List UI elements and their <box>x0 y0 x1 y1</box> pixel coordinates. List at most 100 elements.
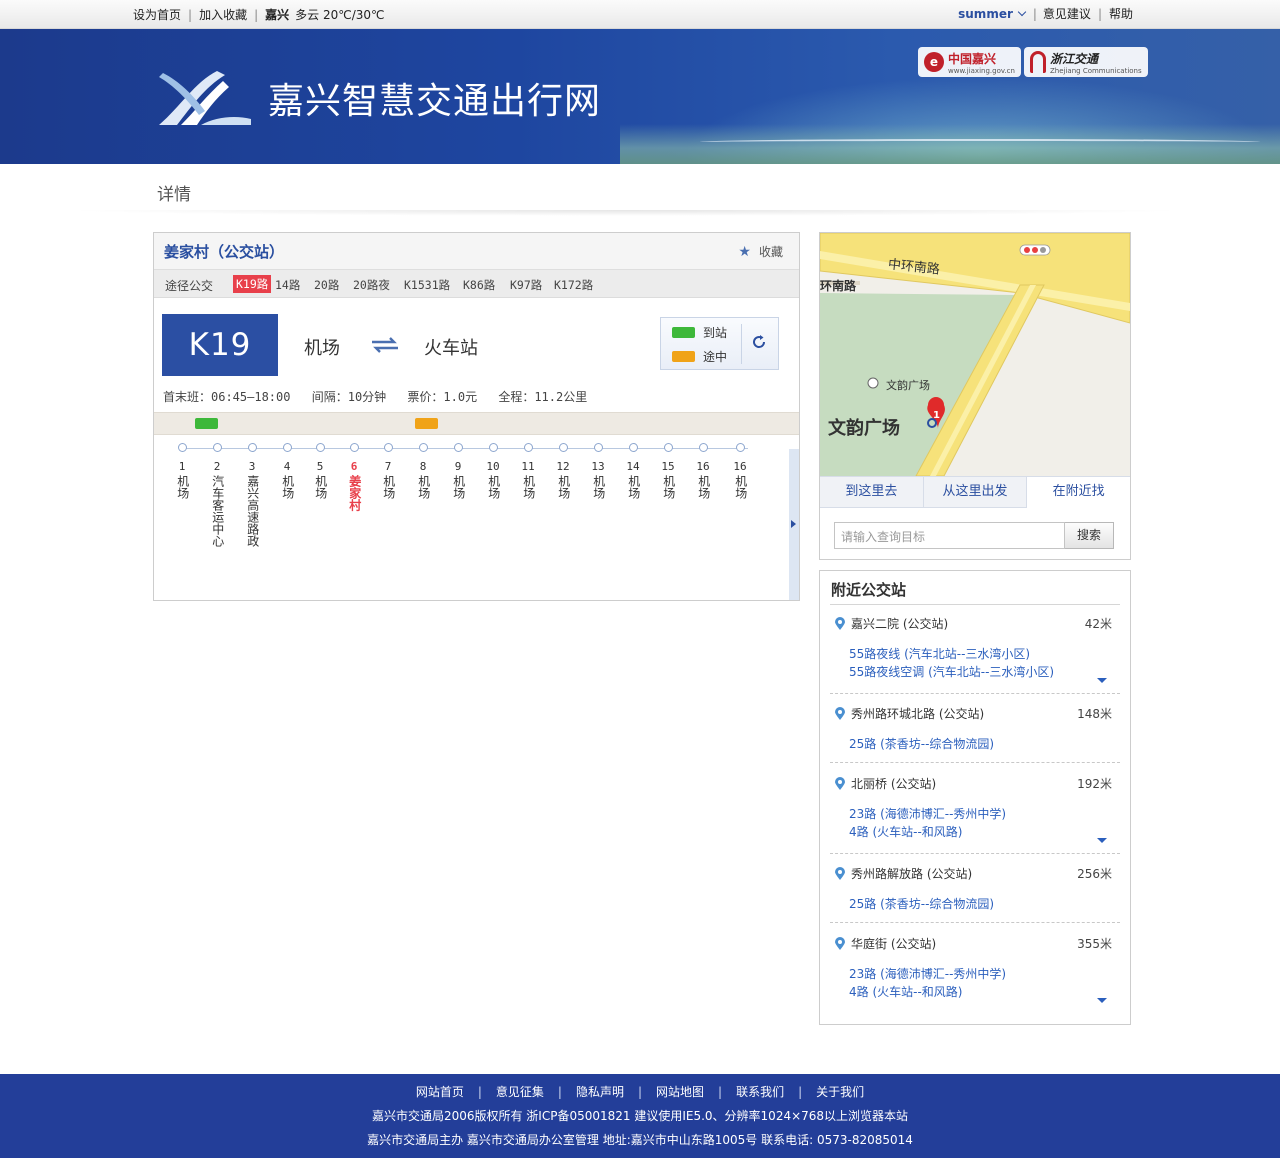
routes-label: 途径公交 <box>165 279 214 293</box>
stop-dot <box>349 443 359 452</box>
stop-item[interactable]: 12 机场 <box>552 443 574 499</box>
tab-go-here[interactable]: 到这里去 <box>820 477 924 507</box>
route-tab-14[interactable]: 14路 <box>275 277 300 293</box>
stop-item[interactable]: 16 机场 <box>729 443 751 499</box>
stop-item[interactable]: 9 机场 <box>447 443 469 499</box>
route-tab-k172[interactable]: K172路 <box>554 277 593 293</box>
bus-enroute-icon[interactable] <box>415 418 438 429</box>
stop-item[interactable]: 7 机场 <box>377 443 399 499</box>
stop-number: 11 <box>521 460 535 473</box>
expand-chevron-icon[interactable] <box>1097 998 1107 1003</box>
search-input[interactable]: 请输入查询目标 <box>834 522 1065 549</box>
feedback-link[interactable]: 意见建议 <box>1043 5 1091 22</box>
location-pin-icon <box>835 777 845 790</box>
refresh-icon[interactable] <box>751 334 767 350</box>
nearby-station-name[interactable]: 秀州路解放路 (公交站) <box>851 865 972 882</box>
bus-arrived-icon[interactable] <box>195 418 218 429</box>
footer-link[interactable]: 意见征集 <box>496 1085 544 1099</box>
divider: | <box>1097 6 1102 21</box>
stop-number: 15 <box>661 460 675 473</box>
map-road-label: 环南路 <box>820 279 857 293</box>
bus-line-link[interactable]: 25路 (茶香坊--综合物流园) <box>849 895 994 913</box>
stop-name: 机场 <box>416 475 431 499</box>
divider: | <box>1032 6 1037 21</box>
bus-status-legend: 到站 途中 <box>660 317 779 370</box>
stop-item[interactable]: 3 嘉兴高速路政 <box>241 443 263 547</box>
partner-jiaxing-logo[interactable]: e 中国嘉兴 www.jiaxing.gov.cn <box>918 47 1021 77</box>
nearby-station-name[interactable]: 北丽桥 (公交站) <box>851 775 936 792</box>
stop-item[interactable]: 16 机场 <box>692 443 714 499</box>
route-tab-20[interactable]: 20路 <box>314 277 339 293</box>
stop-item[interactable]: 8 机场 <box>412 443 434 499</box>
map-marker-number: 1 <box>933 410 940 421</box>
bus-line-link[interactable]: 55路夜线空调 (汽车北站--三水湾小区) <box>849 663 1054 681</box>
footer-link[interactable]: 网站首页 <box>416 1085 464 1099</box>
stop-name: 机场 <box>591 475 606 499</box>
bus-line-link[interactable]: 23路 (海德沛博汇--秀州中学) <box>849 805 1006 823</box>
stop-item[interactable]: 1 机场 <box>171 443 193 499</box>
site-logo-icon[interactable] <box>155 67 255 129</box>
stop-item[interactable]: 4 机场 <box>276 443 298 499</box>
expand-chevron-icon[interactable] <box>1097 678 1107 683</box>
tab-search-nearby[interactable]: 在附近找 <box>1027 477 1131 508</box>
bus-line-link[interactable]: 4路 (火车站--和风路) <box>849 983 1006 1001</box>
bus-line-link[interactable]: 4路 (火车站--和风路) <box>849 823 1006 841</box>
footer-link[interactable]: 联系我们 <box>736 1085 784 1099</box>
stop-number: 4 <box>283 460 291 473</box>
route-tab-k1531[interactable]: K1531路 <box>404 277 450 293</box>
help-link[interactable]: 帮助 <box>1109 5 1133 22</box>
search-button[interactable]: 搜索 <box>1065 522 1114 549</box>
stop-item[interactable]: 10 机场 <box>482 443 504 499</box>
banner: 嘉兴智慧交通出行网 e 中国嘉兴 www.jiaxing.gov.cn 浙江交通 Z… <box>0 29 1280 164</box>
stop-item[interactable]: 13 机场 <box>587 443 609 499</box>
location-pin-icon <box>835 707 845 720</box>
add-favorite-link[interactable]: 加入收藏 <box>199 6 247 23</box>
footer-link[interactable]: 隐私声明 <box>576 1085 624 1099</box>
favorite-button[interactable]: ★ 收藏 <box>738 243 783 260</box>
location-pin-icon <box>835 867 845 880</box>
expand-chevron-icon[interactable] <box>1097 838 1107 843</box>
location-pin-icon <box>835 937 845 950</box>
stop-number: 9 <box>454 460 462 473</box>
bus-line-link[interactable]: 23路 (海德沛博汇--秀州中学) <box>849 965 1006 983</box>
bus-line-link[interactable]: 55路夜线 (汽车北站--三水湾小区) <box>849 645 1054 663</box>
stop-dot <box>212 443 222 452</box>
partner-jiaxing-url: www.jiaxing.gov.cn <box>948 66 1015 75</box>
route-tab-k86[interactable]: K86路 <box>463 277 495 293</box>
stop-item[interactable]: 5 机场 <box>309 443 331 499</box>
nearby-station-item: 华庭街 (公交站) 355米 23路 (海德沛博汇--秀州中学) 4路 (火车站--和… <box>830 931 1120 1014</box>
route-tab-20-night[interactable]: 20路夜 <box>353 277 390 293</box>
city-name[interactable]: 嘉兴 <box>265 6 289 23</box>
stop-number: 8 <box>419 460 427 473</box>
stop-item[interactable]: 14 机场 <box>622 443 644 499</box>
stop-name: 机场 <box>626 475 641 499</box>
scroll-right-button[interactable] <box>789 449 799 600</box>
nearby-station-name[interactable]: 秀州路环城北路 (公交站) <box>851 705 984 722</box>
partner-zhejiang-logo[interactable]: 浙江交通 Zhejiang Communications <box>1024 47 1148 77</box>
first-last-times: 首末班：06:45—18:00 <box>163 390 291 404</box>
footer-link[interactable]: 关于我们 <box>816 1085 864 1099</box>
route-tab-k19[interactable]: K19路 <box>233 275 272 293</box>
nearby-station-name[interactable]: 嘉兴二院 (公交站) <box>851 615 948 632</box>
divider: | <box>477 1085 482 1099</box>
tab-start-here[interactable]: 从这里出发 <box>924 477 1028 507</box>
set-home-link[interactable]: 设为首页 <box>133 6 181 23</box>
user-menu[interactable]: summer <box>958 7 1013 21</box>
stop-item[interactable]: 2 汽车客运中心 <box>206 443 228 547</box>
stop-name: 机场 <box>696 475 711 499</box>
swap-direction-icon[interactable] <box>370 336 400 354</box>
nearby-station-item: 嘉兴二院 (公交站) 42米 55路夜线 (汽车北站--三水湾小区) 55路夜线空调 … <box>830 611 1120 694</box>
stop-number: 2 <box>213 460 221 473</box>
nearby-station-name[interactable]: 华庭街 (公交站) <box>851 935 936 952</box>
footer-link[interactable]: 网站地图 <box>656 1085 704 1099</box>
stop-number: 5 <box>316 460 324 473</box>
map[interactable]: 中环南路 环南路 文韵广场 文韵广场 1 <box>820 233 1130 476</box>
bus-line-link[interactable]: 25路 (茶香坊--综合物流园) <box>849 735 994 753</box>
chevron-down-icon[interactable] <box>1017 7 1027 17</box>
stop-item[interactable]: 15 机场 <box>657 443 679 499</box>
station-detail-panel: 姜家村（公交站） ★ 收藏 途径公交 K19路 14路 20路 20路夜 K15… <box>153 232 800 601</box>
stop-item[interactable]: 6 姜家村 <box>343 443 365 511</box>
route-tab-k97[interactable]: K97路 <box>510 277 542 293</box>
stop-item[interactable]: 11 机场 <box>517 443 539 499</box>
legend-enroute: 途中 <box>672 348 727 365</box>
